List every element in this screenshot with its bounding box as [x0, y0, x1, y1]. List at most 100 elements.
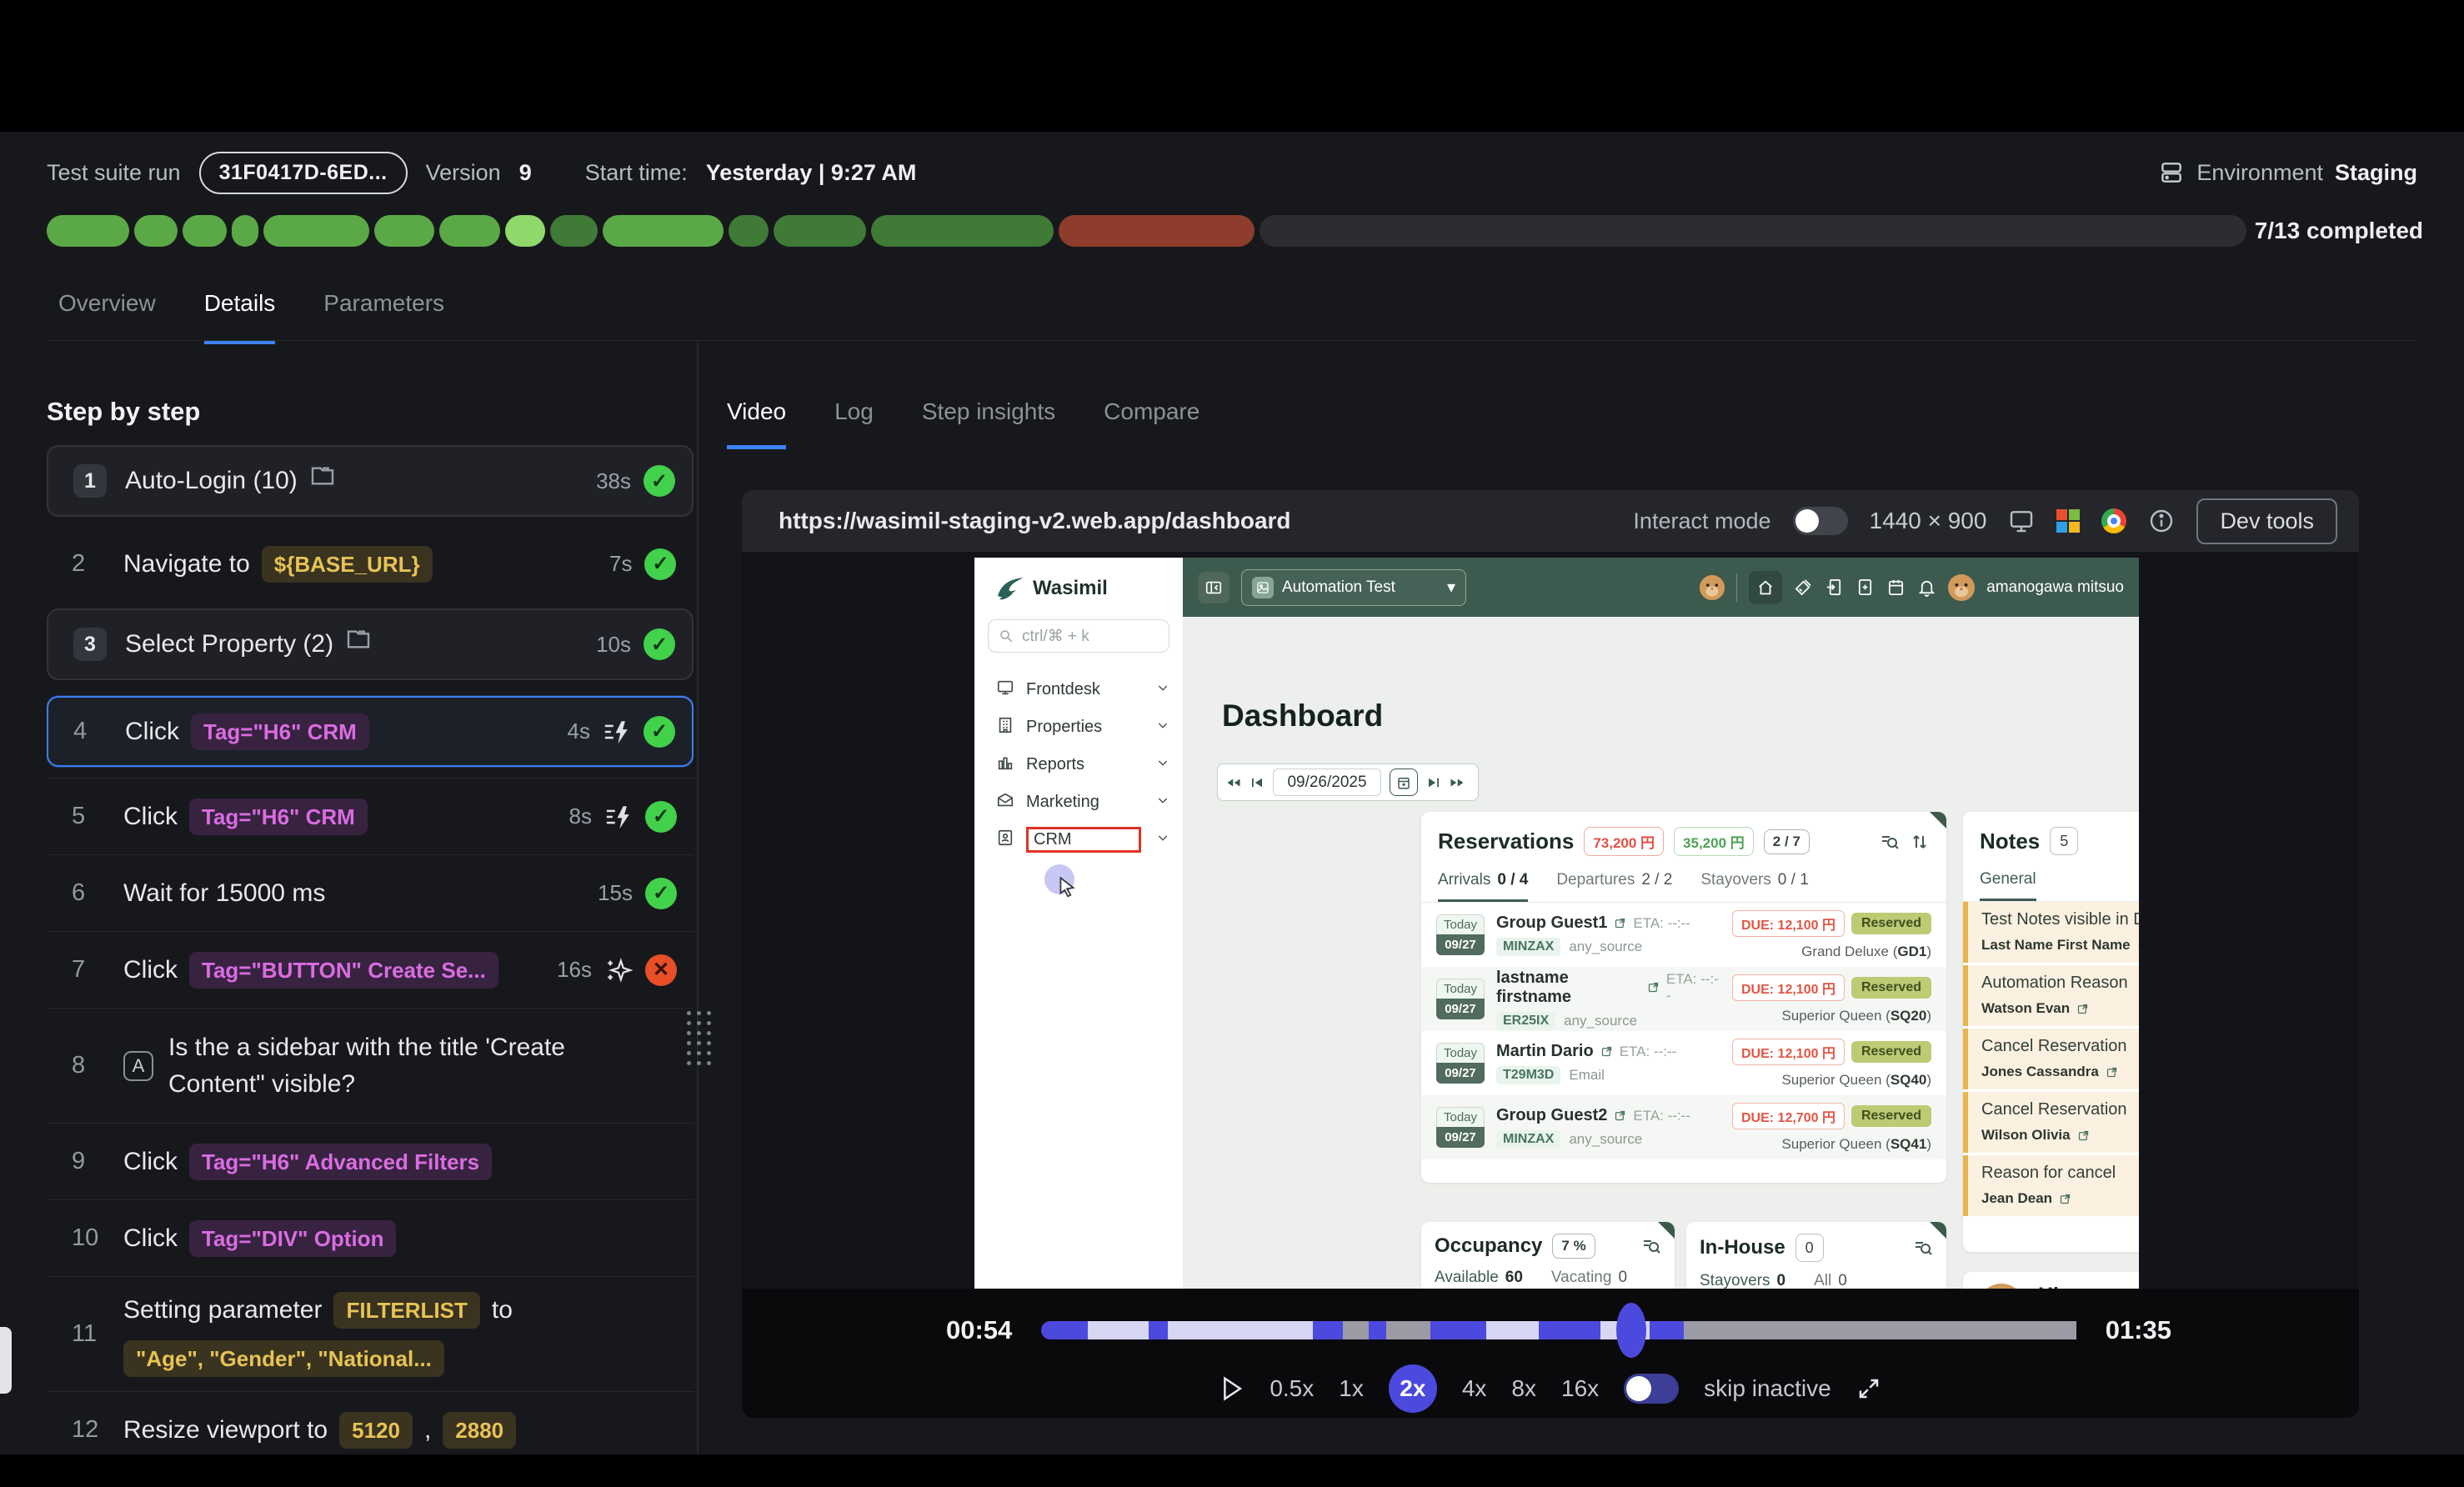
booking-source: any_source: [1569, 939, 1642, 955]
step-row[interactable]: 2Navigate to${BASE_URL}7s✓: [47, 540, 694, 588]
monitor-icon[interactable]: [2008, 508, 2035, 534]
play-icon[interactable]: [1219, 1375, 1245, 1402]
external-link-icon[interactable]: [2077, 1129, 2090, 1142]
notes-card: Notes 5 General Test Notes visible in Da…: [1963, 812, 2139, 1252]
sidebar-item-properties[interactable]: Properties: [974, 708, 1183, 746]
user-avatar[interactable]: [1948, 574, 1975, 601]
collapsed-panel-handle[interactable]: [0, 1327, 12, 1394]
external-link-icon[interactable]: [2106, 1066, 2118, 1079]
filter-search-icon[interactable]: [1880, 832, 1900, 852]
step-row[interactable]: 11Setting parameterFILTERLISTto"Age", "G…: [47, 1276, 694, 1391]
sort-icon[interactable]: [1910, 832, 1930, 852]
video-stage[interactable]: Wasimil ctrl/⌘ + k FrontdeskPropertiesRe…: [742, 552, 2359, 1289]
windows-icon[interactable]: [2056, 509, 2080, 533]
resolution-value[interactable]: 1440 × 900: [1870, 508, 1987, 534]
chrome-icon[interactable]: [2101, 508, 2126, 533]
note-item[interactable]: Cancel ReservationWilson Olivia: [1963, 1092, 2139, 1153]
sidebar-item-marketing[interactable]: Marketing: [974, 784, 1183, 821]
speed-1x-button[interactable]: 1x: [1339, 1375, 1364, 1402]
info-icon[interactable]: [2148, 508, 2175, 534]
reservation-row[interactable]: Today09/27Group Guest1ETA: --:--MINZAXan…: [1421, 903, 1946, 967]
tab-log[interactable]: Log: [834, 398, 874, 449]
date-input[interactable]: 09/26/2025: [1273, 769, 1381, 796]
inhouse-tab-all[interactable]: All0: [1814, 1272, 1847, 1289]
note-item[interactable]: Automation ReasonWatson Evan: [1963, 965, 2139, 1026]
fullscreen-icon[interactable]: [1856, 1375, 1881, 1402]
workspace-dropdown[interactable]: Automation Test ▾: [1241, 569, 1466, 606]
file-plus-icon[interactable]: [1856, 578, 1875, 597]
tab-step-insights[interactable]: Step insights: [922, 398, 1055, 449]
occupancy-tab-vacating[interactable]: Vacating0: [1551, 1269, 1627, 1289]
occupancy-search-icon[interactable]: [1641, 1236, 1661, 1256]
reservation-row[interactable]: Today09/27lastname firstnameETA: --:--ER…: [1421, 967, 1946, 1031]
step-row[interactable]: 3Select Property (2)10s✓: [47, 608, 694, 680]
notes-tab-general[interactable]: General: [1980, 870, 2036, 901]
sidebar-item-crm[interactable]: CRM: [974, 821, 1183, 859]
external-link-icon[interactable]: [2059, 1193, 2071, 1205]
note-item[interactable]: Reason for cancelJean Dean: [1963, 1155, 2139, 1216]
calendar-icon[interactable]: [1886, 578, 1906, 597]
reservations-tab-departures[interactable]: Departures2 / 2: [1556, 871, 1672, 902]
step-row[interactable]: 6Wait for 15000 ms15s✓: [47, 854, 694, 931]
playhead[interactable]: [1616, 1303, 1646, 1358]
sidebar-item-frontdesk[interactable]: Frontdesk: [974, 671, 1183, 708]
collapse-sidebar-button[interactable]: [1198, 572, 1229, 603]
tab-parameters[interactable]: Parameters: [323, 290, 444, 344]
tab-video[interactable]: Video: [727, 398, 786, 449]
run-id-pill[interactable]: 31F0417D-6ED...: [199, 152, 408, 194]
step-row[interactable]: 9ClickTag="H6" Advanced Filters: [47, 1123, 694, 1199]
rewind-icon[interactable]: [1226, 775, 1241, 790]
tab-compare[interactable]: Compare: [1104, 398, 1199, 449]
speed-16x-button[interactable]: 16x: [1561, 1375, 1599, 1402]
tab-details[interactable]: Details: [204, 290, 276, 344]
speed-8x-button[interactable]: 8x: [1511, 1375, 1536, 1402]
interact-mode-toggle[interactable]: [1793, 507, 1848, 535]
bell-icon[interactable]: [1917, 578, 1936, 597]
step-row[interactable]: 7ClickTag="BUTTON" Create Se...16s✕: [47, 931, 694, 1008]
tab-overview[interactable]: Overview: [58, 290, 156, 344]
reservations-tab-arrivals[interactable]: Arrivals0 / 4: [1438, 871, 1528, 902]
skip-inactive-toggle[interactable]: [1624, 1374, 1679, 1404]
home-nav-button[interactable]: [1749, 571, 1782, 604]
step-row[interactable]: 4ClickTag="H6" CRM4s✓: [47, 696, 694, 767]
external-link-icon[interactable]: [2137, 939, 2139, 952]
step-row[interactable]: 12Resize viewport to5120,2880: [47, 1391, 694, 1454]
occupancy-tab-available[interactable]: Available60: [1435, 1269, 1523, 1289]
speed-2x-button[interactable]: 2x: [1389, 1364, 1437, 1413]
housekeeping-icon[interactable]: [1794, 578, 1813, 597]
step-row[interactable]: 10ClickTag="DIV" Option: [47, 1199, 694, 1276]
page-url[interactable]: https://wasimil-staging-v2.web.app/dashb…: [779, 508, 1611, 534]
checkin-door-icon[interactable]: [1825, 578, 1844, 597]
step-row[interactable]: 1Auto-Login (10)38s✓: [47, 445, 694, 517]
timeline-track[interactable]: [1041, 1321, 2076, 1339]
note-item[interactable]: Cancel ReservationJones Cassandra: [1963, 1029, 2139, 1089]
sidebar-item-reports[interactable]: Reports: [974, 746, 1183, 784]
avatar[interactable]: [1700, 575, 1725, 600]
fast-forward-icon[interactable]: [1450, 775, 1465, 790]
calendar-button[interactable]: [1390, 769, 1418, 796]
external-link-icon[interactable]: [2076, 1003, 2089, 1015]
external-link-icon[interactable]: [1614, 917, 1626, 929]
reservation-row[interactable]: Today09/27Group Guest2ETA: --:--MINZAXan…: [1421, 1095, 1946, 1159]
note-item[interactable]: Test Notes visible in DashboardLast Name…: [1963, 902, 2139, 963]
speed-0.5x-button[interactable]: 0.5x: [1270, 1375, 1314, 1402]
dev-tools-button[interactable]: Dev tools: [2196, 498, 2337, 544]
step-row[interactable]: 8AIs the a sidebar with the title 'Creat…: [47, 1008, 694, 1123]
speed-4x-button[interactable]: 4x: [1462, 1375, 1487, 1402]
inhouse-tab-stayovers[interactable]: Stayovers0: [1700, 1272, 1785, 1289]
prev-day-icon[interactable]: [1250, 775, 1265, 790]
panel-divider[interactable]: [697, 340, 699, 1454]
step-row[interactable]: 5ClickTag="H6" CRM8s✓: [47, 778, 694, 854]
server-icon: [2158, 159, 2185, 186]
panel-drag-handle[interactable]: [687, 1011, 709, 1065]
run-header: Test suite run 31F0417D-6ED... Version 9…: [47, 150, 2417, 195]
external-link-icon[interactable]: [1600, 1045, 1613, 1058]
reservations-tab-stayovers[interactable]: Stayovers0 / 1: [1700, 871, 1808, 902]
app-search-input[interactable]: ctrl/⌘ + k: [988, 619, 1169, 653]
external-link-icon[interactable]: [1614, 1109, 1626, 1122]
step-number: 3: [73, 628, 107, 661]
next-day-icon[interactable]: [1426, 775, 1441, 790]
external-link-icon[interactable]: [1647, 981, 1660, 994]
reservation-row[interactable]: Today09/27Martin DarioETA: --:--T29M3DEm…: [1421, 1031, 1946, 1095]
inhouse-search-icon[interactable]: [1913, 1238, 1933, 1258]
